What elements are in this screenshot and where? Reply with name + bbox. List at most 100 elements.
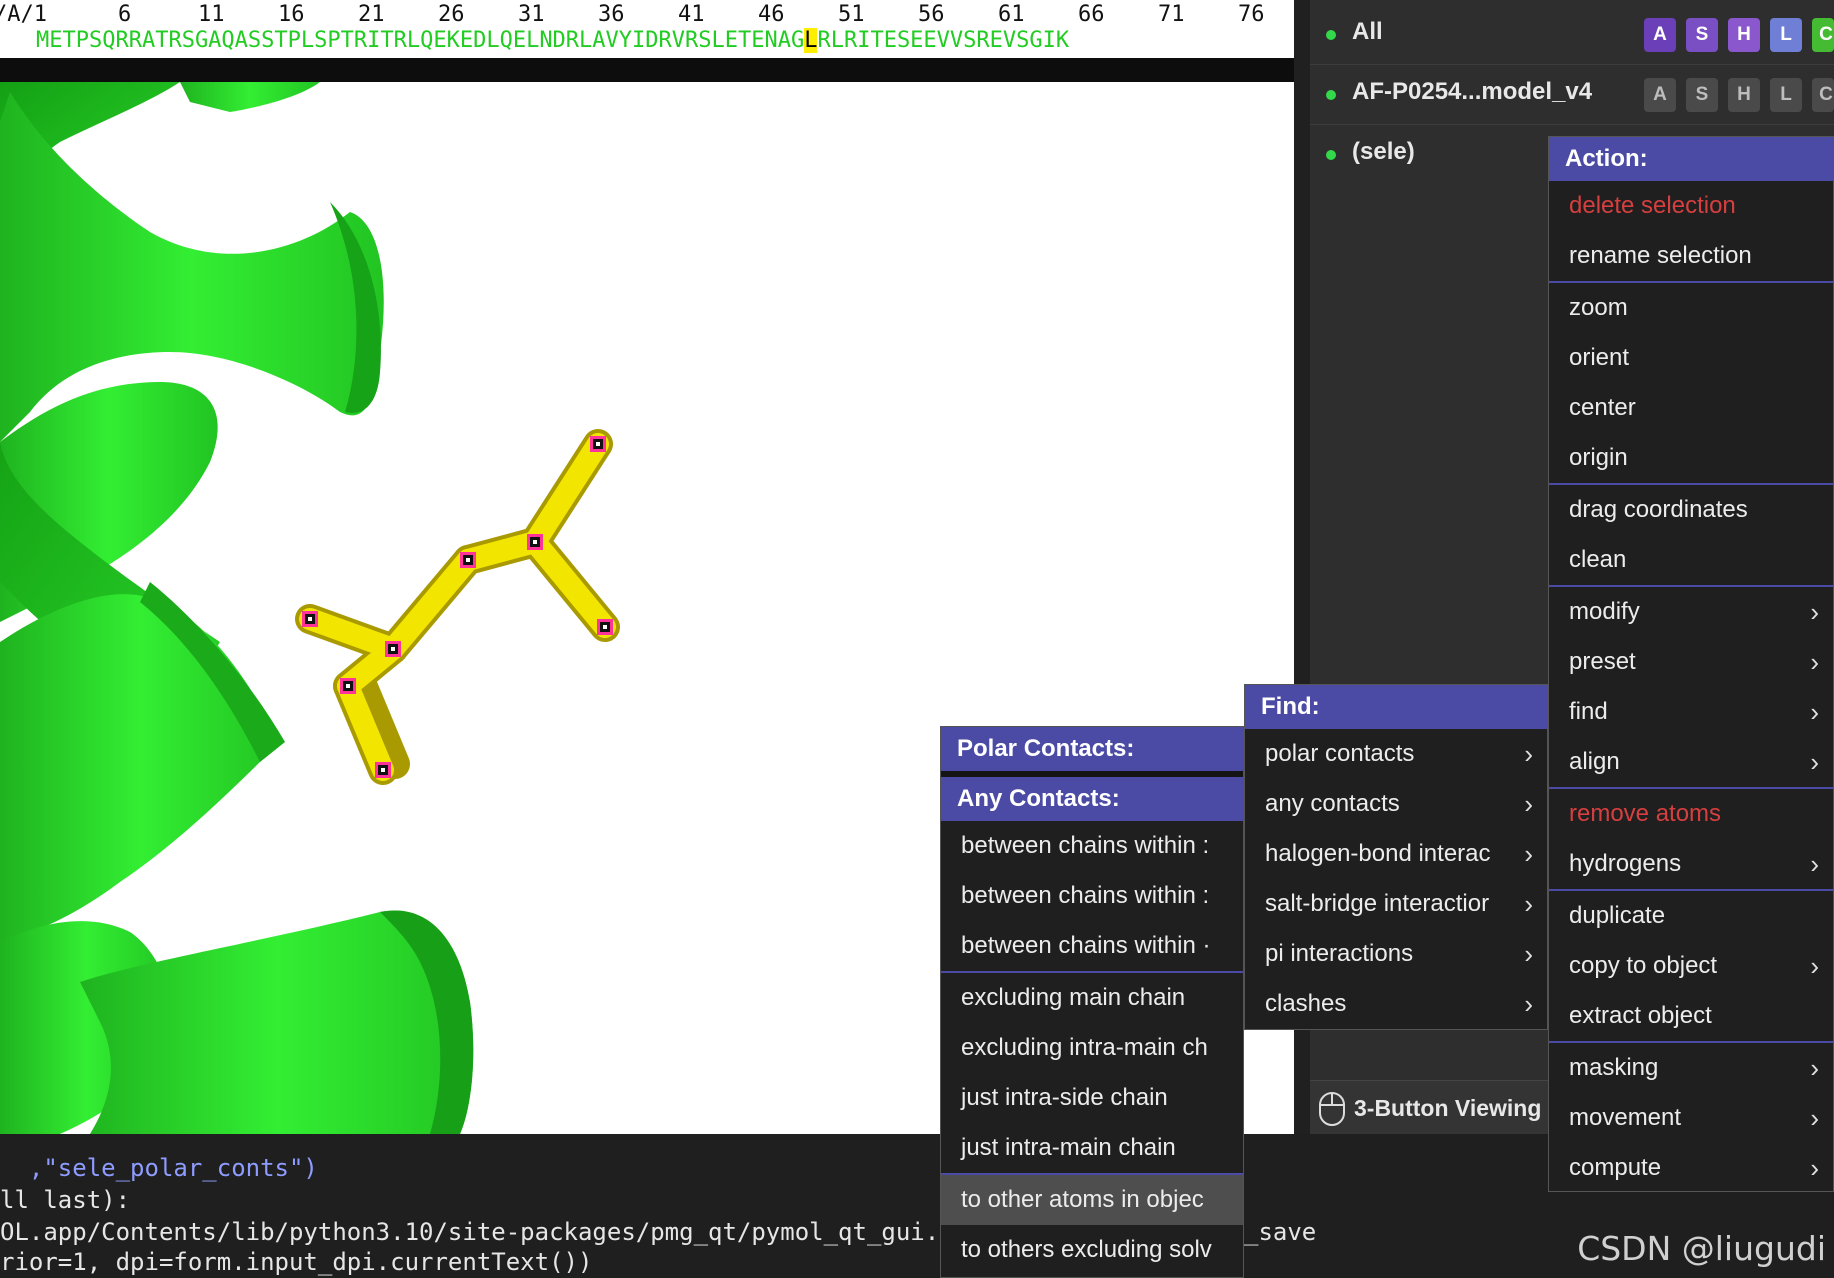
ruler-number: 31 — [518, 2, 545, 27]
menu-item-just-intra-main[interactable]: just intra-main chain — [941, 1123, 1243, 1173]
menu-item-masking[interactable]: masking › — [1549, 1043, 1833, 1093]
action-button[interactable]: A — [1644, 18, 1676, 52]
object-name[interactable]: AF-P0254...model_v4 — [1352, 78, 1592, 106]
residues-before[interactable]: METPSQRRATRSGAQASSTPLSPTRITRLQEKEDLQELND… — [36, 28, 804, 53]
object-name[interactable]: (sele) — [1352, 138, 1415, 166]
ruler-number: 51 — [838, 2, 865, 27]
find-menu[interactable]: Find: polar contacts › any contacts › halo… — [1244, 684, 1548, 1030]
label-button[interactable]: L — [1770, 18, 1802, 52]
residues-after[interactable]: RLRITESEEVVSREVSGIK — [817, 28, 1069, 53]
menu-item-origin[interactable]: origin — [1549, 433, 1833, 483]
chevron-right-icon: › — [1524, 839, 1533, 869]
mouse-mode-indicator[interactable]: 3-Button Viewing — [1310, 1080, 1550, 1135]
menu-item-center[interactable]: center — [1549, 383, 1833, 433]
chevron-right-icon: › — [1810, 1153, 1819, 1183]
menu-item-excluding-intra-main[interactable]: excluding intra-main ch — [941, 1023, 1243, 1073]
ruler-number: 66 — [1078, 2, 1105, 27]
ruler-number: 21 — [358, 2, 385, 27]
action-menu[interactable]: Action: delete selection rename selectio… — [1548, 136, 1834, 1192]
action-button[interactable]: A — [1644, 78, 1676, 112]
polar-contacts-menu[interactable]: Polar Contacts: Any Contacts: between ch… — [940, 726, 1244, 1278]
menu-item-extract-object[interactable]: extract object — [1549, 991, 1833, 1041]
console-line: rior=1, dpi=form.input_dpi.currentText()… — [0, 1248, 593, 1276]
color-button[interactable]: C — [1812, 18, 1834, 52]
console-line: ll last): — [0, 1186, 131, 1214]
menu-item-just-intra-side[interactable]: just intra-side chain — [941, 1073, 1243, 1123]
helix-cartoon — [0, 82, 474, 1134]
enabled-indicator[interactable] — [1326, 90, 1336, 100]
show-button[interactable]: S — [1686, 18, 1718, 52]
hide-button[interactable]: H — [1728, 78, 1760, 112]
console-line-fragment: _save — [1244, 1218, 1317, 1246]
chevron-right-icon: › — [1810, 1103, 1819, 1133]
ruler-number: 16 — [278, 2, 305, 27]
menu-item-hydrogens[interactable]: hydrogens › — [1549, 839, 1833, 889]
object-row-all[interactable]: All A S H L C — [1310, 4, 1834, 65]
ruler-number: 76 — [1238, 2, 1265, 27]
menu-item-label: pi interactions — [1265, 940, 1414, 967]
menu-item-movement[interactable]: movement › — [1549, 1093, 1833, 1143]
chevron-right-icon: › — [1810, 1053, 1819, 1083]
watermark: CSDN @liugudi — [1577, 1229, 1826, 1268]
menu-item-remove-atoms[interactable]: remove atoms — [1549, 789, 1833, 839]
menu-item-align[interactable]: align › — [1549, 737, 1833, 787]
menu-item-excluding-main-chain[interactable]: excluding main chain — [941, 973, 1243, 1023]
enabled-indicator[interactable] — [1326, 30, 1336, 40]
menu-item-label: salt-bridge interactior — [1265, 890, 1490, 917]
menu-item-label: compute — [1569, 1154, 1662, 1181]
menu-item-drag-coordinates[interactable]: drag coordinates — [1549, 485, 1833, 535]
chevron-right-icon: › — [1810, 951, 1819, 981]
menu-item-to-other-atoms[interactable]: to other atoms in objec — [941, 1175, 1243, 1225]
menu-item-copy-to-object[interactable]: copy to object › — [1549, 941, 1833, 991]
menu-item-any-contacts[interactable]: any contacts › — [1245, 779, 1547, 829]
chevron-right-icon: › — [1810, 697, 1819, 727]
residue-sticks — [295, 429, 620, 785]
menu-item-polar-contacts[interactable]: polar contacts › — [1245, 729, 1547, 779]
label-button[interactable]: L — [1770, 78, 1802, 112]
menu-item-delete-selection[interactable]: delete selection — [1549, 181, 1833, 231]
menu-item-compute[interactable]: compute › — [1549, 1143, 1833, 1191]
sequence-scrollbar[interactable] — [0, 58, 1294, 82]
ruler-number: 11 — [198, 2, 225, 27]
menu-item-pi-interactions[interactable]: pi interactions › — [1245, 929, 1547, 979]
object-row-model[interactable]: AF-P0254...model_v4 A S H L C — [1310, 64, 1834, 125]
color-button[interactable]: C — [1812, 78, 1834, 112]
chevron-right-icon: › — [1524, 789, 1533, 819]
show-button[interactable]: S — [1686, 78, 1718, 112]
object-name[interactable]: All — [1352, 18, 1383, 46]
chevron-right-icon: › — [1810, 747, 1819, 777]
sequence-residues[interactable]: METPSQRRATRSGAQASSTPLSPTRITRLQEKEDLQELND… — [0, 28, 1294, 56]
chevron-right-icon: › — [1524, 989, 1533, 1019]
menu-item-between-chains[interactable]: between chains within : — [941, 871, 1243, 921]
residue-string[interactable]: METPSQRRATRSGAQASSTPLSPTRITRLQEKEDLQELND… — [36, 28, 1069, 53]
menu-item-halogen-bond[interactable]: halogen-bond interac › — [1245, 829, 1547, 879]
menu-item-find[interactable]: find › — [1549, 687, 1833, 737]
menu-item-label: align — [1569, 748, 1620, 775]
sequence-ruler: /A/1 6 11 16 21 26 31 36 41 46 51 56 61 … — [0, 0, 1294, 28]
menu-item-rename-selection[interactable]: rename selection — [1549, 231, 1833, 281]
menu-item-to-others-excluding-solvent[interactable]: to others excluding solv — [941, 1225, 1243, 1275]
menu-item-label: masking — [1569, 1054, 1659, 1081]
menu-item-label: hydrogens — [1569, 850, 1682, 877]
sequence-viewer[interactable]: /A/1 6 11 16 21 26 31 36 41 46 51 56 61 … — [0, 0, 1294, 58]
chevron-right-icon: › — [1810, 647, 1819, 677]
menu-item-preset[interactable]: preset › — [1549, 637, 1833, 687]
menu-item-between-chains[interactable]: between chains within · — [941, 921, 1243, 971]
menu-item-salt-bridge[interactable]: salt-bridge interactior › — [1245, 879, 1547, 929]
chain-label: /A/1 — [0, 2, 47, 27]
selected-residue[interactable]: L — [804, 28, 818, 53]
menu-item-clean[interactable]: clean — [1549, 535, 1833, 585]
menu-item-between-chains[interactable]: between chains within : — [941, 821, 1243, 871]
action-menu-title: Action: — [1549, 137, 1833, 181]
polar-contacts-title: Polar Contacts: — [941, 727, 1243, 771]
menu-item-zoom[interactable]: zoom — [1549, 283, 1833, 333]
menu-item-duplicate[interactable]: duplicate — [1549, 891, 1833, 941]
hide-button[interactable]: H — [1728, 18, 1760, 52]
mouse-mode-label: 3-Button Viewing — [1354, 1095, 1542, 1121]
ruler-number: 56 — [918, 2, 945, 27]
menu-item-orient[interactable]: orient — [1549, 333, 1833, 383]
menu-item-modify[interactable]: modify › — [1549, 587, 1833, 637]
menu-item-clashes[interactable]: clashes › — [1245, 979, 1547, 1029]
enabled-indicator[interactable] — [1326, 150, 1336, 160]
ruler-number: 26 — [438, 2, 465, 27]
